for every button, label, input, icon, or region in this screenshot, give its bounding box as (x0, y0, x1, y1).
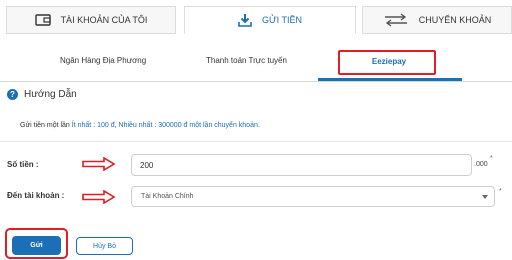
guide-text-prefix: Gửi tiền một lần (20, 122, 70, 129)
guide-min-value: 100 đ (97, 122, 115, 129)
subtab-online-payment[interactable]: Thanh toán Trực tuyến (206, 56, 287, 65)
cancel-button[interactable]: Hủy Bỏ (76, 237, 133, 255)
required-mark: * (499, 188, 502, 195)
annotation-highlight-eeziepay (338, 50, 436, 75)
amount-input[interactable] (131, 154, 472, 176)
tab-my-accounts-label: TÀI KHOẢN CỦA TÔI (60, 15, 148, 25)
tab-transfer-label: CHUYỂN KHOẢN (418, 15, 492, 25)
red-arrow-icon (82, 156, 116, 176)
required-mark: * (490, 155, 493, 162)
wallet-icon (34, 13, 51, 27)
subtab-local-bank[interactable]: Ngân Hàng Địa Phương (60, 56, 146, 65)
tab-deposit[interactable]: GỬI TIỀN (184, 6, 356, 34)
guide-max-label: Nhiều nhất : (118, 122, 157, 129)
account-selected-value: Tài Khoản Chính (141, 193, 194, 200)
transfer-arrows-icon (383, 13, 409, 27)
submit-button[interactable]: Gửi (12, 236, 61, 255)
guide-title: Hướng Dẫn (24, 89, 77, 100)
subtab-active-indicator (318, 78, 462, 81)
chevron-down-icon (482, 195, 488, 199)
account-select[interactable]: Tài Khoản Chính (131, 186, 495, 207)
amount-suffix: .000 (474, 161, 488, 168)
red-arrow-icon (82, 189, 116, 209)
divider (0, 141, 512, 142)
amount-label: Số tiền : (7, 160, 39, 169)
guide-max-value: 300000 đ một lần chuyển khoản. (158, 122, 260, 129)
info-icon: ? (7, 89, 18, 100)
guide-text: Gửi tiền một lần Ít nhất : 100 đ, Nhiều … (20, 122, 260, 129)
tab-transfer[interactable]: CHUYỂN KHOẢN (362, 6, 512, 34)
guide-min-label: Ít nhất : (71, 122, 96, 129)
guide-header: ? Hướng Dẫn (7, 89, 77, 100)
top-tabs: TÀI KHOẢN CỦA TÔI GỬI TIỀN CHUYỂN KHOẢN (0, 0, 512, 36)
guide-separator: , (114, 122, 117, 129)
tab-deposit-label: GỬI TIỀN (261, 15, 303, 25)
tab-my-accounts[interactable]: TÀI KHOẢN CỦA TÔI (6, 6, 176, 34)
download-icon (238, 13, 252, 27)
account-label: Đến tài khoản : (7, 191, 65, 200)
